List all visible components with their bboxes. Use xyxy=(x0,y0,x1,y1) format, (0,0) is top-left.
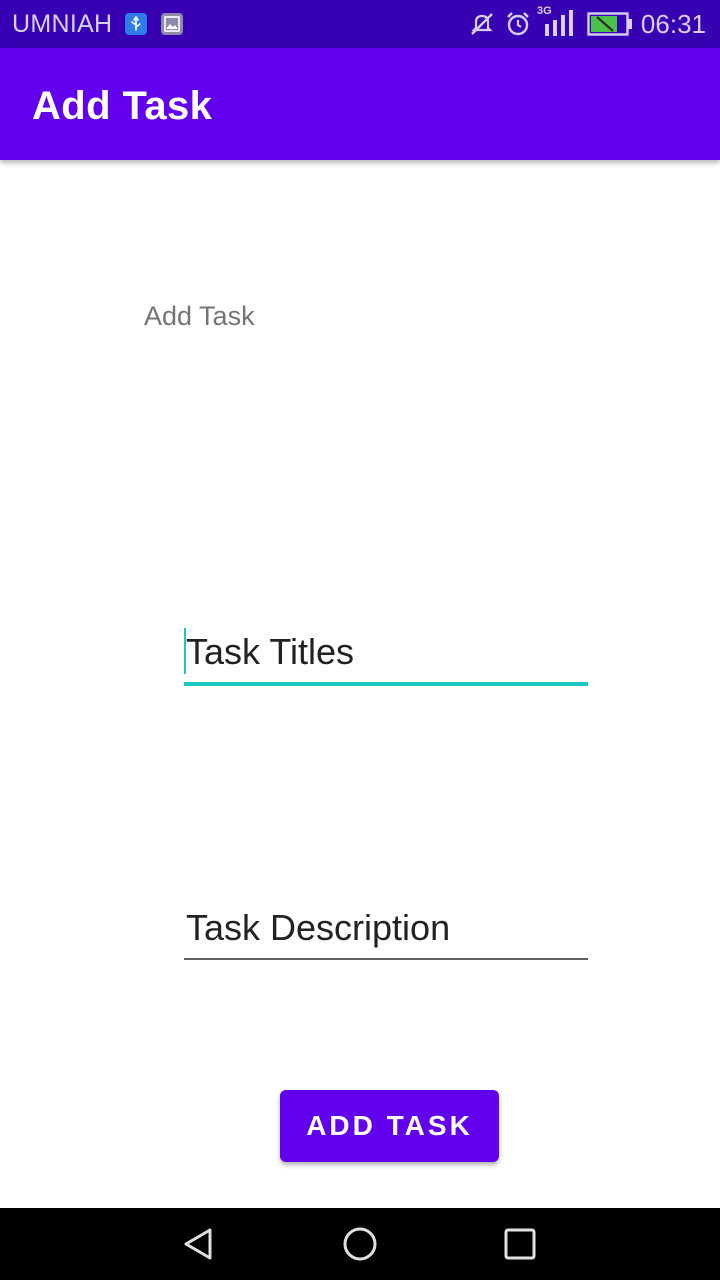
app-bar: Add Task xyxy=(0,48,720,160)
signal-icon xyxy=(545,10,573,36)
image-icon xyxy=(161,13,183,35)
carrier-name: UMNIAH xyxy=(12,10,113,38)
navigation-bar xyxy=(0,1208,720,1280)
task-description-value: Task Description xyxy=(186,907,451,948)
task-title-value: Task Titles xyxy=(186,631,355,672)
task-description-input[interactable]: Task Description xyxy=(184,900,588,960)
battery-icon xyxy=(587,12,632,36)
app-bar-title: Add Task xyxy=(32,84,213,128)
task-title-input[interactable]: Task Titles xyxy=(184,626,588,686)
recents-icon[interactable] xyxy=(500,1224,540,1264)
usb-icon xyxy=(125,13,147,35)
add-task-button[interactable]: ADD TASK xyxy=(280,1090,499,1162)
home-icon[interactable] xyxy=(340,1224,380,1264)
form-heading: Add Task xyxy=(144,301,255,331)
clock: 06:31 xyxy=(640,9,706,39)
back-icon[interactable] xyxy=(180,1224,220,1264)
alarm-icon xyxy=(507,12,529,36)
mute-icon xyxy=(471,13,493,35)
status-bar: UMNIAH 3G 06:31 xyxy=(0,0,720,48)
